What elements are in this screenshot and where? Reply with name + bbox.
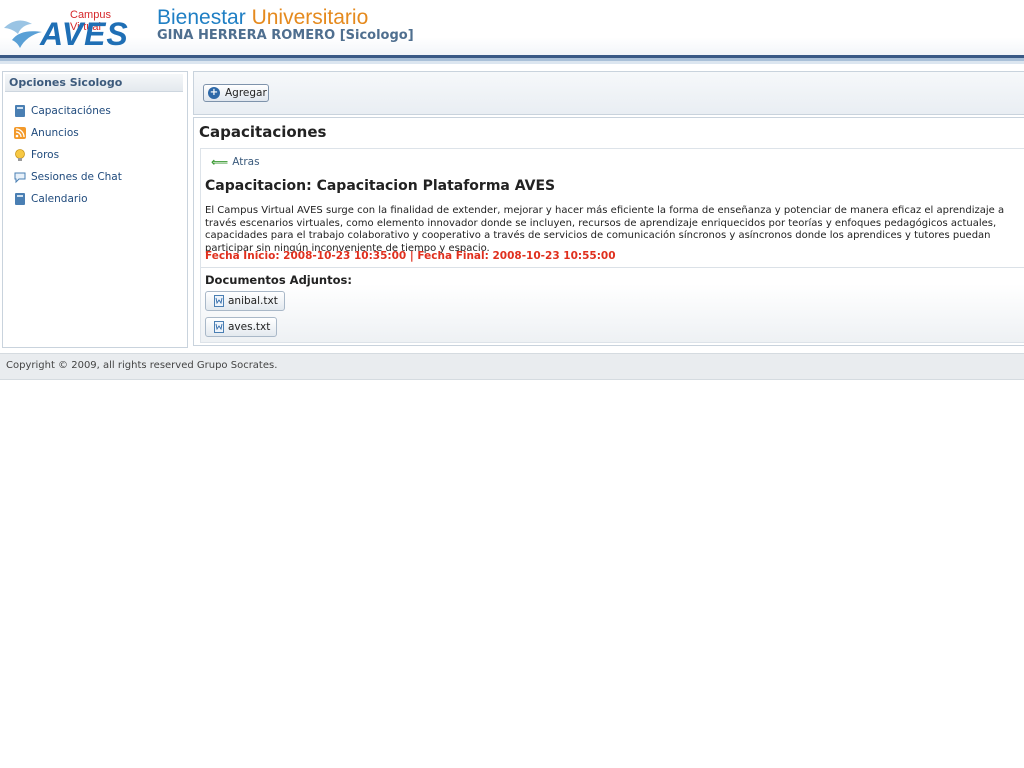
sidebar-item-sesiones-de-chat[interactable]: Sesiones de Chat bbox=[13, 169, 122, 185]
copyright-text: Copyright © 2009, all rights reserved Gr… bbox=[6, 360, 278, 371]
attachment-name: aves.txt bbox=[228, 321, 271, 333]
toolbar: + Agregar bbox=[193, 71, 1024, 115]
book-icon bbox=[15, 105, 25, 117]
attachment-button[interactable]: anibal.txt bbox=[205, 291, 285, 311]
sidebar-title: Opciones Sicologo bbox=[5, 74, 183, 92]
header: Campus Virtual AVES Bienestar Universita… bbox=[0, 0, 1024, 64]
sidebar: Opciones Sicologo Capacitaciónes Anuncio… bbox=[2, 71, 188, 348]
footer: Copyright © 2009, all rights reserved Gr… bbox=[0, 353, 1024, 380]
book-icon bbox=[15, 193, 25, 205]
sidebar-item-capacitaciones[interactable]: Capacitaciónes bbox=[13, 103, 111, 119]
header-divider bbox=[0, 61, 1024, 64]
site-title: Bienestar Universitario bbox=[157, 6, 368, 30]
sidebar-item-label: Foros bbox=[31, 149, 60, 161]
back-link-label: Atras bbox=[232, 156, 260, 168]
sidebar-item-anuncios[interactable]: Anuncios bbox=[13, 125, 79, 141]
add-button-label: Agregar bbox=[225, 87, 267, 99]
plus-icon: + bbox=[208, 87, 220, 99]
add-button[interactable]: + Agregar bbox=[203, 84, 269, 102]
training-dates: Fecha Inicio: 2008-10-23 10:35:00 | Fech… bbox=[205, 250, 616, 262]
sidebar-item-foros[interactable]: Foros bbox=[13, 147, 59, 163]
back-link[interactable]: ⟸ Atras bbox=[211, 155, 260, 169]
attachment-name: anibal.txt bbox=[228, 295, 278, 307]
logo-aves-text: AVES bbox=[40, 16, 129, 52]
sidebar-item-label: Capacitaciónes bbox=[31, 105, 111, 117]
divider bbox=[201, 267, 1024, 268]
document-icon bbox=[214, 321, 224, 333]
sidebar-item-label: Anuncios bbox=[31, 127, 79, 139]
lightbulb-icon bbox=[15, 149, 25, 161]
attachments-label: Documentos Adjuntos: bbox=[205, 273, 352, 287]
site-title-part2: Universitario bbox=[251, 6, 369, 29]
page-title: Capacitaciones bbox=[199, 123, 327, 141]
training-title: Capacitacion: Capacitacion Plataforma AV… bbox=[205, 178, 556, 194]
attachment-button[interactable]: aves.txt bbox=[205, 317, 278, 337]
training-description: El Campus Virtual AVES surge con la fina… bbox=[205, 205, 1005, 254]
user-role-label: GINA HERRERA ROMERO [Sicologo] bbox=[157, 28, 414, 43]
sidebar-item-label: Calendario bbox=[31, 193, 88, 205]
content-area: Capacitaciones ⟸ Atras Capacitacion: Cap… bbox=[193, 117, 1024, 346]
training-detail-panel: ⟸ Atras Capacitacion: Capacitacion Plata… bbox=[200, 148, 1024, 343]
sidebar-item-label: Sesiones de Chat bbox=[31, 171, 122, 183]
rss-icon bbox=[14, 127, 26, 139]
aves-logo[interactable]: Campus Virtual AVES bbox=[2, 6, 142, 52]
chat-bubble-icon bbox=[14, 172, 26, 184]
site-title-part1: Bienestar bbox=[157, 6, 246, 29]
back-arrow-icon: ⟸ bbox=[211, 155, 229, 169]
document-icon bbox=[214, 295, 224, 307]
sidebar-item-calendario[interactable]: Calendario bbox=[13, 191, 88, 207]
